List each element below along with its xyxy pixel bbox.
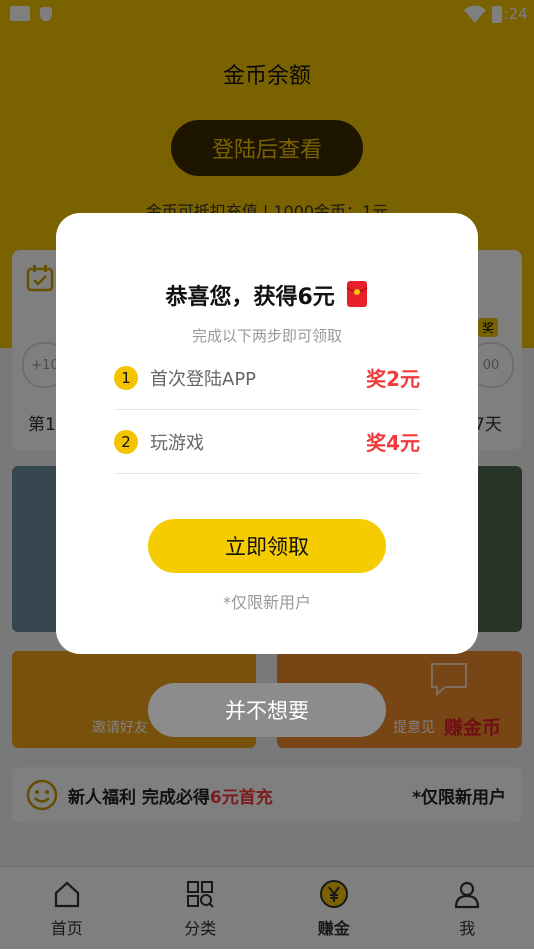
- step-row: 1 首次登陆APP 奖2元: [114, 347, 420, 410]
- red-envelope-icon: [346, 280, 368, 308]
- step-label: 玩游戏: [150, 429, 204, 455]
- step-label: 首次登陆APP: [150, 365, 256, 391]
- reward-dialog: 恭喜您，获得6元 完成以下两步即可领取 1 首次登陆APP 奖2元 2 玩游戏 …: [56, 213, 478, 654]
- step-row: 2 玩游戏 奖4元: [114, 411, 420, 474]
- step-number: 2: [114, 430, 138, 454]
- step-reward: 奖4元: [366, 427, 420, 456]
- claim-now-button[interactable]: 立即领取: [148, 519, 386, 573]
- new-user-only-note: *仅限新用户: [56, 589, 478, 613]
- dismiss-button[interactable]: 并不想要: [148, 683, 386, 737]
- dialog-title: 恭喜您，获得6元: [166, 285, 335, 310]
- step-number: 1: [114, 366, 138, 390]
- step-reward: 奖2元: [366, 363, 420, 392]
- dialog-title-row: 恭喜您，获得6元: [56, 279, 478, 311]
- dialog-subtitle: 完成以下两步即可领取: [56, 325, 478, 346]
